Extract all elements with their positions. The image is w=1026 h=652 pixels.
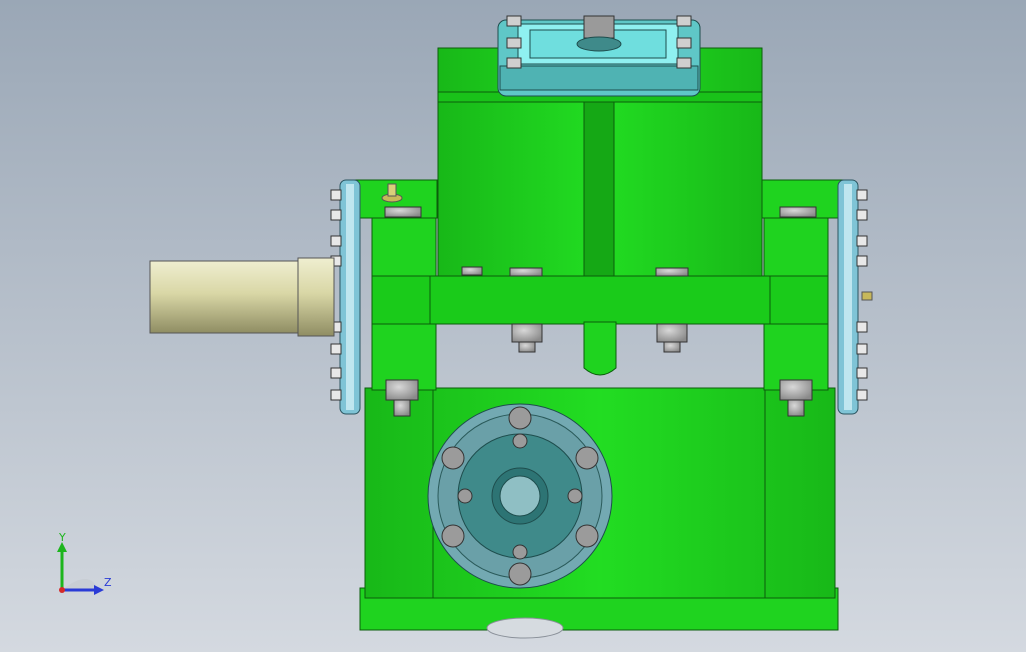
- split-flange[interactable]: [371, 275, 829, 325]
- y-axis-label: Y: [58, 531, 66, 544]
- left-end-cover-face: [346, 184, 354, 410]
- inspection-cover-gasket: [499, 65, 699, 91]
- output-shaft-bore: [499, 475, 541, 517]
- x-axis-dot: [59, 587, 65, 593]
- cad-graphics-area[interactable]: Y Z: [0, 0, 1026, 652]
- view-orientation-triad[interactable]: Y Z: [46, 528, 126, 608]
- z-axis-arrow: [94, 585, 104, 595]
- triad-shading: [62, 579, 98, 590]
- flange-boss: [583, 321, 617, 376]
- housing-rib: [583, 91, 615, 283]
- z-axis-label: Z: [104, 576, 112, 589]
- grease-fitting-right: [861, 291, 873, 301]
- breather-plug[interactable]: [576, 15, 622, 52]
- base-shadow: [486, 617, 564, 639]
- gearbox-model[interactable]: [0, 0, 1026, 652]
- input-shaft-collar: [297, 257, 335, 337]
- input-shaft[interactable]: [149, 260, 301, 334]
- right-end-cover-face: [844, 184, 852, 410]
- output-flange[interactable]: [427, 403, 613, 589]
